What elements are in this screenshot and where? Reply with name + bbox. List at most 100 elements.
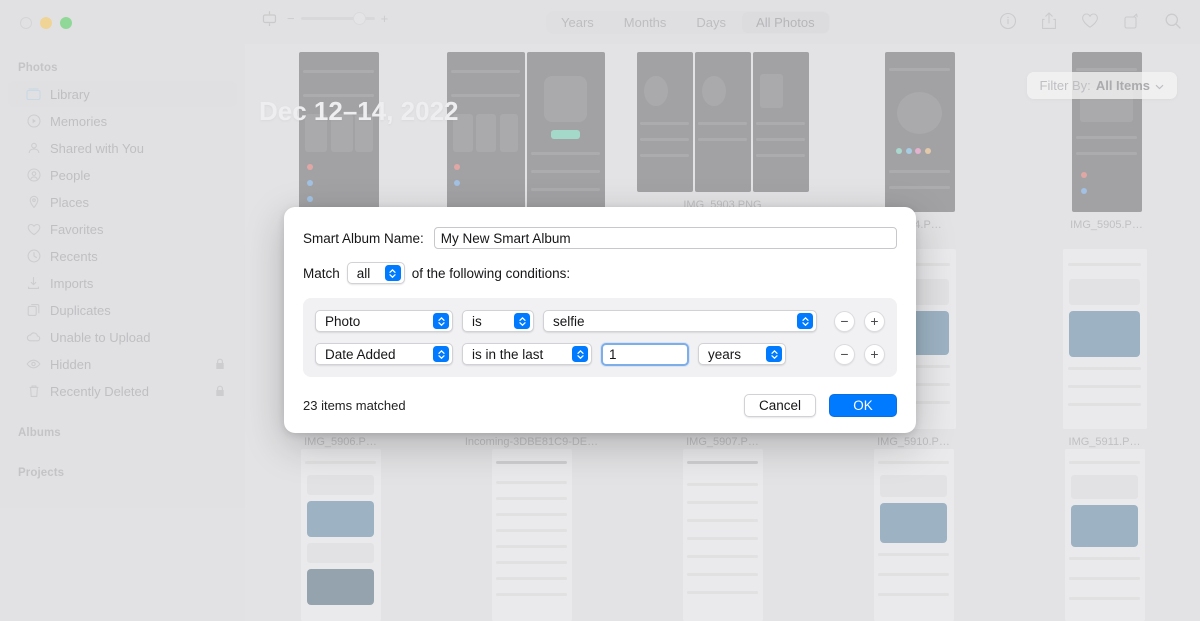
date-header: Dec 12–14, 2022 (259, 96, 459, 126)
toolbar-left-group: − + (262, 10, 388, 27)
remove-condition-button[interactable]: − (834, 310, 855, 332)
maximize-button[interactable] (60, 17, 72, 29)
people-icon (26, 168, 41, 183)
photo-thumbnail[interactable] (1064, 449, 1145, 621)
photo-thumbnail[interactable] (694, 52, 751, 192)
condition-row: Photo is selfie − + (315, 308, 885, 334)
photo-cell[interactable] (1015, 449, 1195, 621)
photo-thumbnail[interactable] (491, 449, 572, 621)
condition-operator-dropdown[interactable]: is in the last (462, 343, 592, 365)
album-name-row: Smart Album Name: My New Smart Album (303, 227, 897, 249)
condition-attribute-dropdown[interactable]: Photo (315, 310, 453, 332)
zoom-slider-knob[interactable] (352, 12, 366, 25)
cloud-icon (26, 330, 41, 345)
share-icon[interactable] (1041, 11, 1057, 30)
sidebar-section-photos: Photos (18, 62, 58, 74)
thumbnail-zoom-slider[interactable]: − + (287, 12, 388, 25)
lock-icon (215, 385, 225, 397)
condition-value-dropdown[interactable]: selfie (543, 310, 817, 332)
condition-unit-dropdown[interactable]: years (698, 343, 786, 365)
zoom-slider-track[interactable] (300, 12, 375, 25)
sidebar-item-hidden[interactable]: Hidden (8, 351, 237, 377)
sidebar-toggle-icon[interactable] (262, 10, 277, 27)
toolbar-right-group (999, 11, 1182, 30)
condition-row-buttons: − + (826, 343, 885, 365)
remove-condition-button[interactable]: − (834, 343, 855, 365)
photo-thumbnail[interactable] (873, 449, 954, 621)
condition-operator-value: is (472, 313, 482, 329)
sidebar-item-imports[interactable]: Imports (8, 270, 237, 296)
photo-thumbnail[interactable] (682, 449, 763, 621)
close-button[interactable] (20, 17, 32, 29)
photo-caption: Incoming-3DBE81C9-DE… (464, 436, 599, 448)
titlebar: − + Years Months Days All Photos (0, 0, 1200, 44)
sidebar-item-memories[interactable]: Memories (8, 108, 237, 134)
sidebar-item-recently-deleted[interactable]: Recently Deleted (8, 378, 237, 404)
photo-thumbnail[interactable] (1062, 249, 1147, 429)
duplicates-icon (26, 303, 41, 318)
photo-thumbnail[interactable] (300, 449, 381, 621)
photo-thumbnail[interactable] (884, 52, 955, 212)
photo-thumbnail[interactable] (636, 52, 693, 192)
condition-row-buttons: − + (826, 310, 885, 332)
tab-days[interactable]: Days (682, 12, 740, 33)
chevron-down-icon (1155, 78, 1164, 93)
chevron-updown-icon (797, 313, 813, 329)
condition-attribute-dropdown[interactable]: Date Added (315, 343, 453, 365)
cancel-button[interactable]: Cancel (743, 394, 816, 417)
sidebar-item-label: Duplicates (50, 302, 111, 318)
sidebar-item-label: Favorites (50, 221, 104, 237)
photo-caption: IMG_5910.P… (877, 436, 950, 448)
sidebar-item-people[interactable]: People (8, 162, 237, 188)
rotate-icon[interactable] (1123, 12, 1140, 30)
shared-icon (26, 141, 41, 156)
search-icon[interactable] (1164, 12, 1182, 30)
sidebar-item-library[interactable]: Library (8, 81, 237, 107)
info-icon[interactable] (999, 12, 1017, 30)
chevron-updown-icon (384, 265, 401, 281)
sidebar-item-label: Memories (50, 113, 108, 129)
conditions-group: Photo is selfie − + Date Added is in the… (303, 298, 897, 377)
thumbnail-group (1062, 249, 1147, 429)
photo-cell[interactable]: IMG_5911.P… (1015, 249, 1195, 448)
thumbnail-group (636, 52, 809, 192)
condition-value-input[interactable]: 1 (601, 342, 689, 366)
photo-cell[interactable] (442, 449, 622, 621)
condition-operator-dropdown[interactable]: is (462, 310, 534, 332)
chevron-updown-icon (572, 346, 588, 362)
zoom-out-label[interactable]: − (287, 12, 295, 25)
smart-album-dialog: Smart Album Name: My New Smart Album Mat… (284, 207, 916, 433)
window-controls[interactable] (20, 17, 72, 29)
smart-album-name-input[interactable]: My New Smart Album (433, 227, 897, 249)
sidebar-item-unable-to-upload[interactable]: Unable to Upload (8, 324, 237, 350)
sidebar-item-places[interactable]: Places (8, 189, 237, 215)
photo-cell[interactable] (633, 449, 813, 621)
sidebar-item-duplicates[interactable]: Duplicates (8, 297, 237, 323)
smart-album-name-label: Smart Album Name: (303, 230, 424, 246)
tab-years[interactable]: Years (547, 12, 608, 33)
photo-thumbnail[interactable] (752, 52, 809, 192)
sidebar-item-shared-with-you[interactable]: Shared with You (8, 135, 237, 161)
filter-by-dropdown[interactable]: Filter By: All Items (1026, 72, 1177, 99)
match-suffix-label: of the following conditions: (411, 265, 571, 281)
view-mode-tabs[interactable]: Years Months Days All Photos (546, 11, 830, 34)
sidebar-item-recents[interactable]: Recents (8, 243, 237, 269)
heart-icon[interactable] (1081, 12, 1099, 29)
sidebar-item-label: Imports (50, 275, 94, 291)
add-condition-button[interactable]: + (864, 310, 885, 332)
zoom-in-label[interactable]: + (381, 12, 389, 25)
match-prefix-label: Match (303, 265, 340, 281)
tab-all-photos[interactable]: All Photos (742, 12, 829, 33)
thumbnail-group (1064, 449, 1145, 621)
tab-months[interactable]: Months (610, 12, 681, 33)
add-condition-button[interactable]: + (864, 343, 885, 365)
library-icon (26, 87, 41, 102)
photo-cell[interactable] (251, 449, 431, 621)
match-type-dropdown[interactable]: all (346, 262, 405, 284)
minimize-button[interactable] (40, 17, 52, 29)
sidebar-item-favorites[interactable]: Favorites (8, 216, 237, 242)
photo-caption: IMG_5907.P… (686, 436, 759, 448)
ok-button[interactable]: OK (829, 394, 897, 417)
photo-cell[interactable] (824, 449, 1004, 621)
